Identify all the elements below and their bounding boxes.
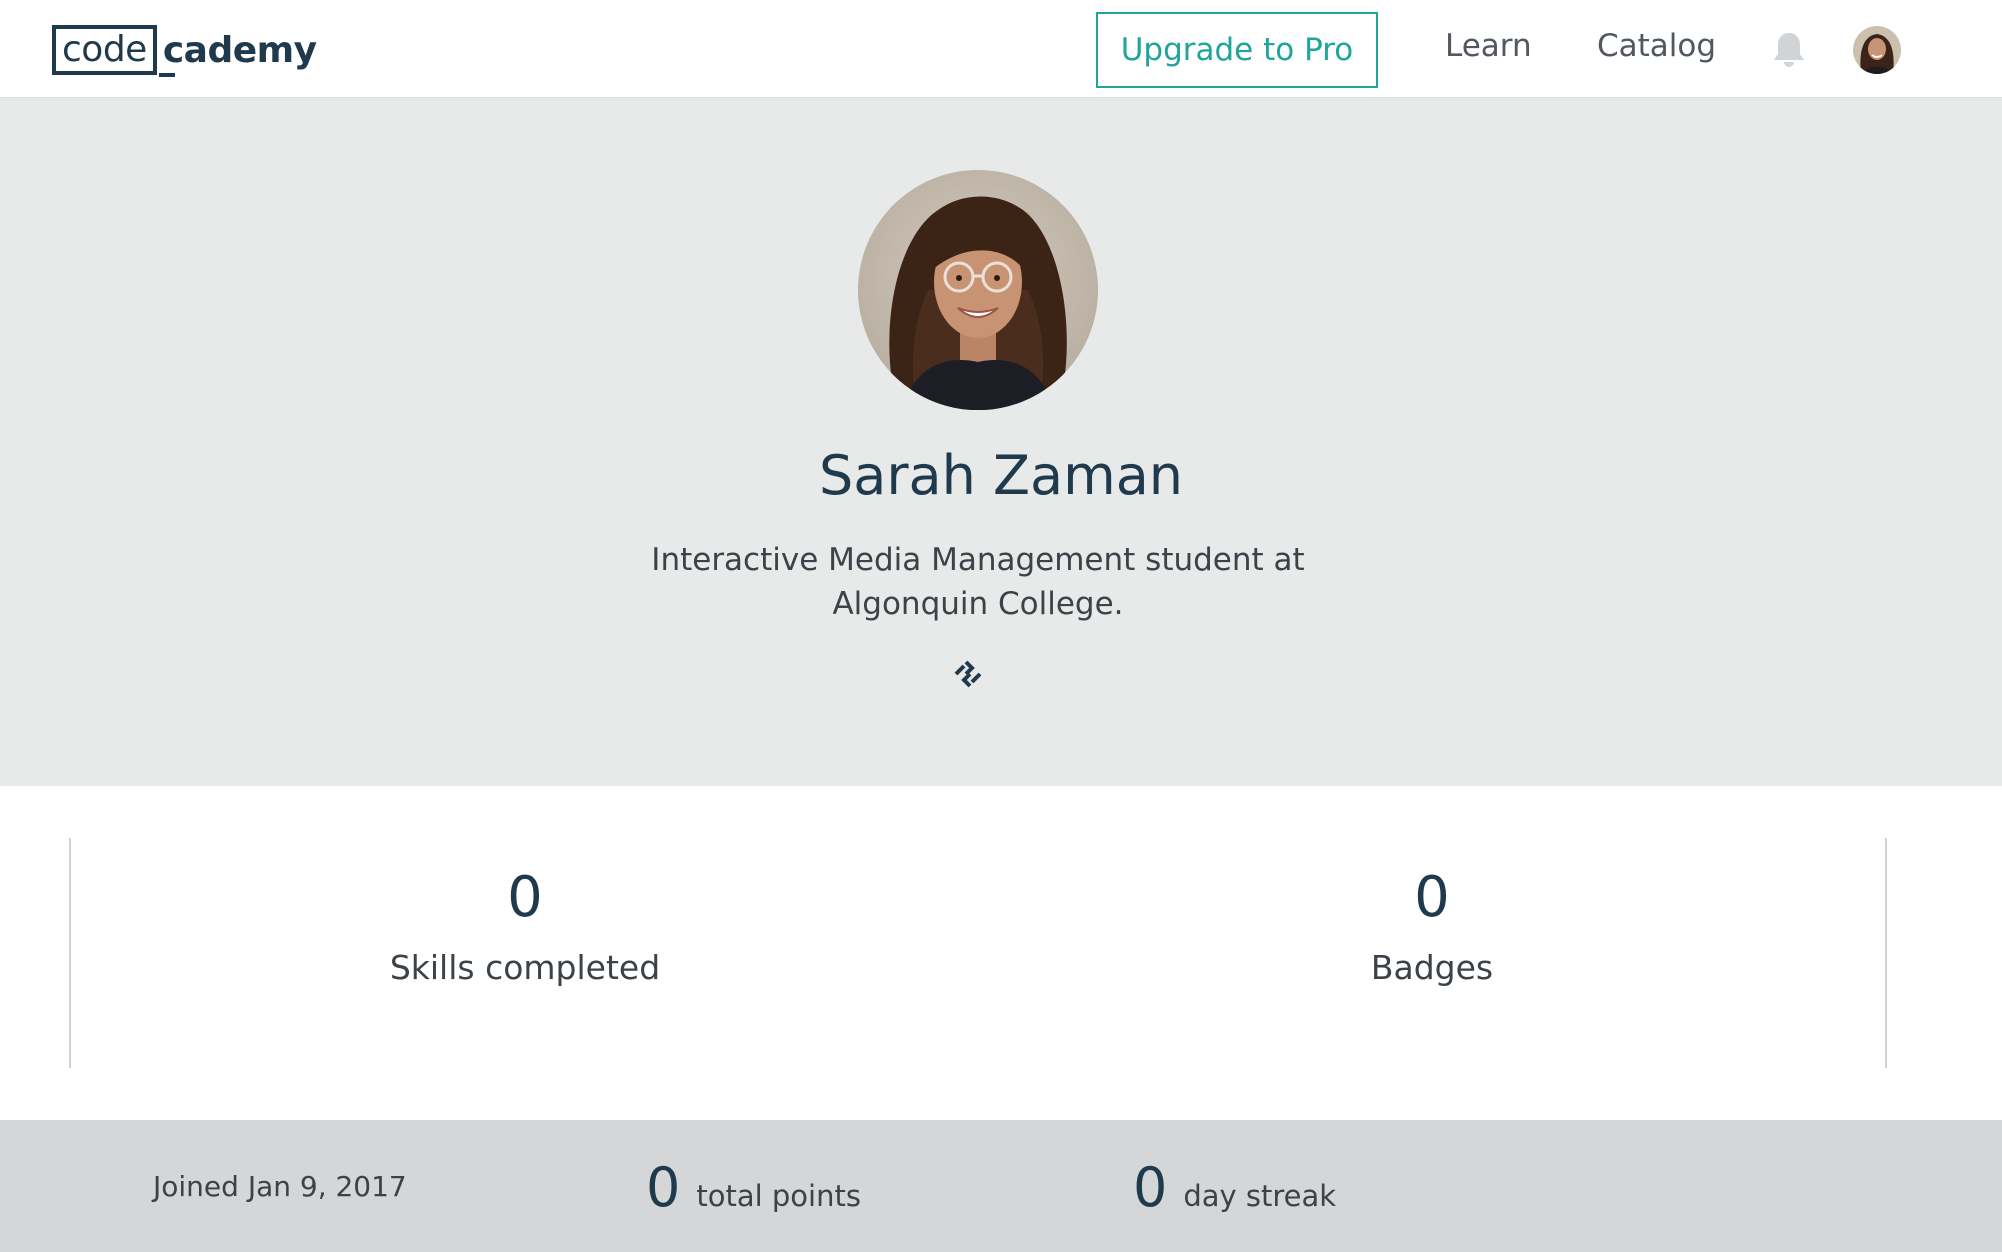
- total-points-label: total points: [696, 1179, 861, 1213]
- logo-rest-text: cademy: [157, 30, 317, 77]
- profile-photo: [858, 170, 1098, 410]
- codecademy-logo[interactable]: code cademy: [52, 24, 317, 77]
- day-streak-label: day streak: [1183, 1179, 1337, 1213]
- top-navbar: code cademy Upgrade to Pro Learn Catalog: [0, 0, 2002, 98]
- day-streak-metric: 0 day streak: [1133, 1158, 1336, 1218]
- stats-section: 0 Skills completed 0 Badges: [0, 786, 2002, 1120]
- total-points-metric: 0 total points: [646, 1158, 861, 1218]
- joined-date: Joined Jan 9, 2017: [153, 1170, 407, 1203]
- user-avatar[interactable]: [1853, 26, 1901, 74]
- stats-divider: [1885, 838, 1887, 1068]
- profile-hero: Sarah Zaman Interactive Media Management…: [0, 98, 2002, 786]
- stats-divider: [69, 838, 71, 1068]
- profile-name: Sarah Zaman: [818, 444, 1184, 507]
- day-streak-value: 0: [1133, 1156, 1168, 1219]
- link-icon[interactable]: [950, 656, 986, 692]
- badges-count: 0: [1414, 865, 1450, 930]
- skills-completed-count: 0: [507, 865, 543, 930]
- profile-summary-band: Joined Jan 9, 2017 0 total points 0 day …: [0, 1120, 2002, 1252]
- nav-catalog-link[interactable]: Catalog: [1597, 28, 1716, 64]
- total-points-value: 0: [646, 1156, 681, 1219]
- skills-completed-stat: 0 Skills completed: [295, 865, 755, 988]
- nav-learn-link[interactable]: Learn: [1445, 28, 1532, 64]
- badges-label: Badges: [1370, 948, 1494, 987]
- profile-bio: Interactive Media Management student at …: [651, 542, 1305, 622]
- bell-icon[interactable]: [1772, 31, 1806, 69]
- skills-completed-label: Skills completed: [389, 948, 661, 987]
- logo-boxed-text: code: [52, 25, 157, 75]
- badges-stat: 0 Badges: [1202, 865, 1662, 988]
- upgrade-to-pro-button[interactable]: Upgrade to Pro: [1096, 12, 1378, 88]
